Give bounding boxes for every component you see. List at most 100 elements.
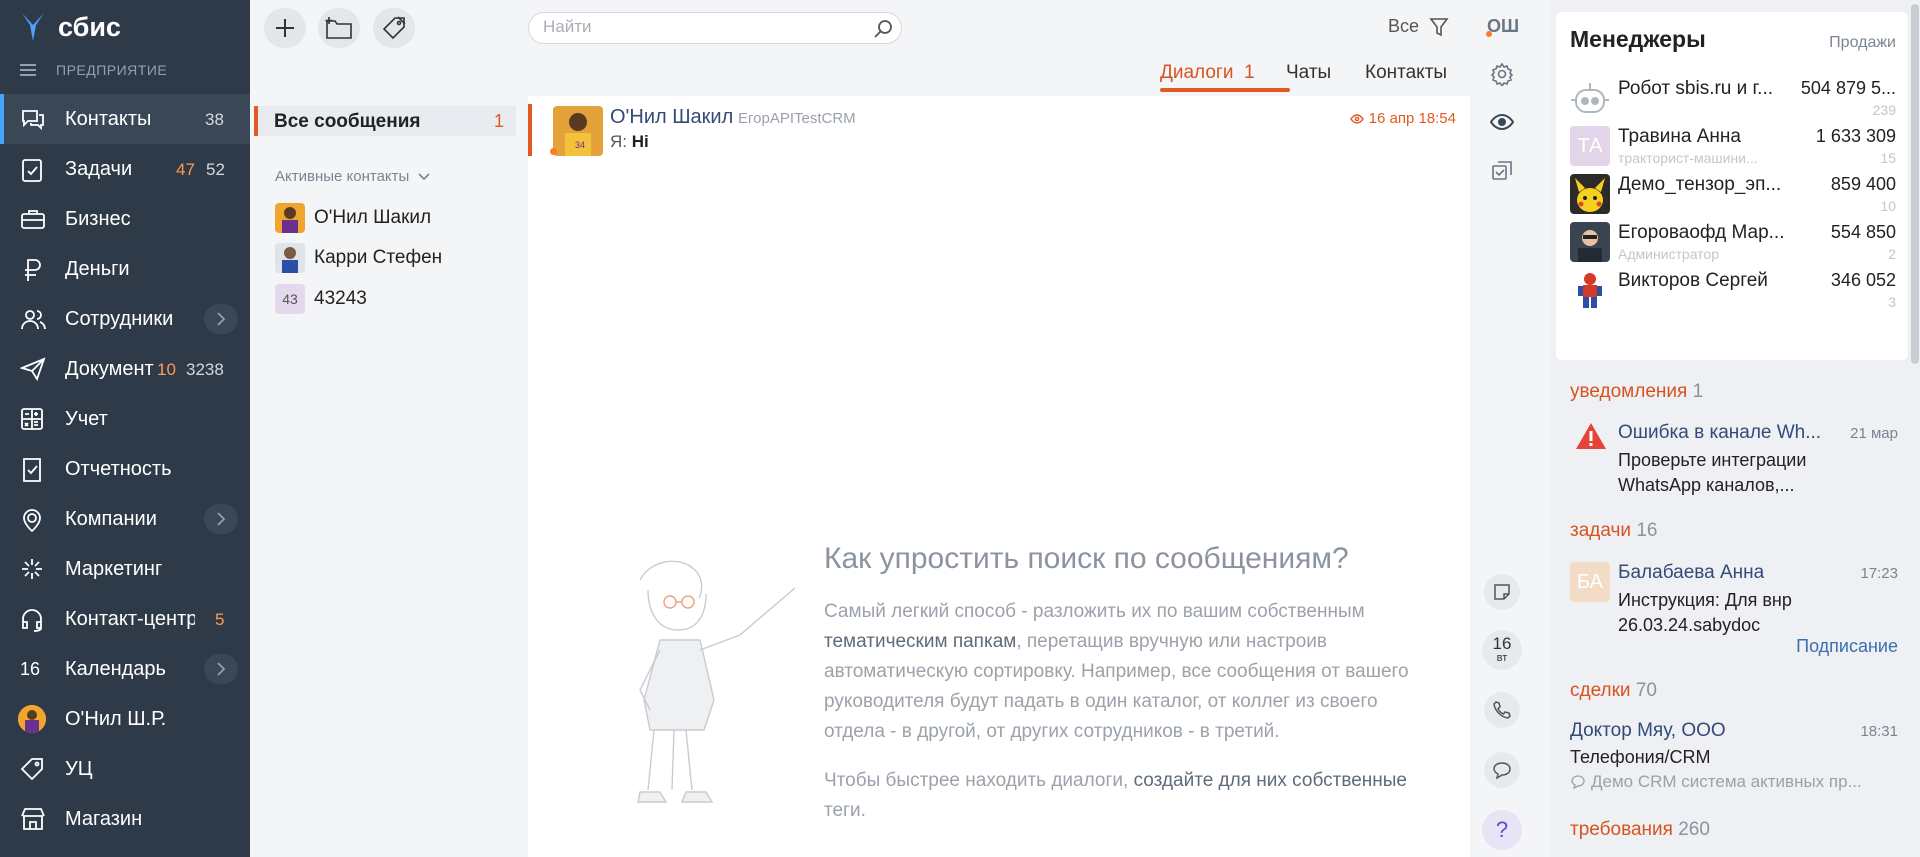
nav-item-documents[interactable]: Документы 10 3238	[0, 344, 250, 394]
manager-sum: 554 850	[1830, 222, 1896, 242]
nav-item-employees[interactable]: Сотрудники	[0, 294, 250, 344]
nav-item-contact-center[interactable]: Контакт-центр 5	[0, 594, 250, 644]
search-box[interactable]	[528, 12, 902, 44]
settings-button[interactable]	[1484, 56, 1520, 92]
nav-item-profile[interactable]: О'Нил Ш.Р.	[0, 694, 250, 744]
manager-count: 10	[1880, 198, 1896, 214]
tab-chats[interactable]: Чаты	[1286, 62, 1331, 84]
folder-label: Все сообщения	[274, 111, 421, 132]
paper-plane-icon	[20, 357, 46, 381]
search-icon[interactable]	[873, 19, 893, 39]
search-input[interactable]	[543, 17, 863, 37]
manager-count: 15	[1880, 150, 1896, 166]
nav-label: Документы	[65, 358, 155, 380]
chevron-right-icon[interactable]	[204, 504, 238, 534]
nav-count: 38	[205, 110, 224, 129]
note-button[interactable]	[1484, 574, 1520, 610]
contact-item[interactable]: О'Нил Шакил	[275, 203, 431, 233]
manager-row[interactable]: Демо_тензор_эп... 859 400 10	[1570, 174, 1896, 220]
brand[interactable]: сбис	[20, 10, 121, 44]
section-header-notifications[interactable]: уведомления 1	[1570, 381, 1703, 403]
sales-link[interactable]: Продажи	[1829, 34, 1896, 52]
tab-contacts[interactable]: Контакты	[1365, 62, 1447, 84]
chevron-down-icon	[417, 172, 431, 182]
new-folder-button[interactable]	[318, 8, 360, 48]
svg-text:34: 34	[575, 140, 585, 150]
active-contacts-label: Активные контакты	[275, 168, 410, 185]
chat-button[interactable]	[1484, 752, 1520, 788]
nav-item-business[interactable]: Бизнес	[0, 194, 250, 244]
avatar: БА	[1570, 562, 1610, 602]
section-header-requests[interactable]: требования 260	[1570, 819, 1710, 841]
nav-item-contacts[interactable]: Контакты 38	[0, 94, 250, 144]
headset-icon	[20, 607, 44, 633]
hint-title: Как упростить поиск по сообщениям?	[824, 542, 1349, 575]
view-button[interactable]	[1484, 104, 1520, 140]
warning-icon	[1575, 422, 1607, 450]
contact-item[interactable]: 43 43243	[275, 284, 367, 314]
task-author: Балабаева Анна	[1618, 562, 1765, 583]
org-selector[interactable]: ПРЕДПРИЯТИЕ	[20, 62, 167, 78]
active-contacts-header[interactable]: Активные контакты	[275, 168, 431, 185]
folders-link[interactable]: тематическим папкам	[824, 631, 1016, 652]
calendar-button[interactable]: 16 вт	[1482, 630, 1522, 670]
tab-dialogs[interactable]: Диалоги 1	[1160, 62, 1255, 84]
scrollbar-thumb[interactable]	[1911, 4, 1919, 364]
menu-icon[interactable]	[20, 64, 36, 76]
section-header-tasks[interactable]: задачи 16	[1570, 520, 1657, 542]
message-date-text: 16 апр 18:54	[1368, 110, 1456, 127]
manager-role: Администратор	[1618, 246, 1720, 262]
message-row[interactable]: 34 О'Нил Шакил ЕгорAPITestCRM 16 апр 18:…	[528, 104, 1470, 158]
nav-count-new: 47	[176, 160, 195, 179]
contact-item[interactable]: Карри Стефен	[275, 243, 442, 273]
managers-title: Менеджеры	[1570, 26, 1706, 52]
signing-link[interactable]: Подписание	[1796, 636, 1898, 657]
nav-item-marketing[interactable]: Маркетинг	[0, 544, 250, 594]
tags-button[interactable]	[373, 8, 415, 48]
manager-sum: 504 879 5...	[1800, 78, 1896, 98]
add-button[interactable]	[264, 8, 306, 48]
org-name: ПРЕДПРИЯТИЕ	[56, 62, 168, 78]
task-item[interactable]: БА Балабаева Анна 17:23 Инструкция: Для …	[1570, 562, 1898, 662]
avatar	[275, 203, 305, 233]
nav-item-shop[interactable]: Магазин	[0, 794, 250, 844]
create-tags-link[interactable]: создайте для них собственные	[1134, 770, 1407, 791]
sender-org: ЕгорAPITestCRM	[738, 110, 856, 127]
spark-icon	[20, 557, 44, 581]
manager-row[interactable]: Робот sbis.ru и г... 504 879 5... 239	[1570, 78, 1896, 124]
tasks-check-button[interactable]	[1484, 152, 1520, 188]
nav-label: Контакт-центр	[65, 608, 195, 630]
message-prefix: Я:	[610, 132, 627, 151]
nav-count: 5	[215, 610, 225, 629]
nav-item-accounting[interactable]: Учет	[0, 394, 250, 444]
chevron-right-icon[interactable]	[204, 654, 238, 684]
manager-row[interactable]: Егороваофд Мар... 554 850 Администратор …	[1570, 222, 1896, 268]
help-button[interactable]: ?	[1482, 810, 1522, 850]
task-text: Инструкция: Для внр 26.03.24.sabydoc	[1618, 590, 1792, 635]
chevron-right-icon[interactable]	[204, 304, 238, 334]
folder-all-messages[interactable]: Все сообщения 1	[254, 106, 516, 136]
manager-row[interactable]: Викторов Сергей 346 052 3	[1570, 270, 1896, 316]
ruble-icon	[20, 257, 44, 283]
notification-item[interactable]: Ошибка в канале Wh... 21 мар Проверьте и…	[1570, 422, 1898, 498]
nav-item-uc[interactable]: УЦ	[0, 744, 250, 794]
manager-sum: 346 052	[1830, 270, 1896, 290]
avatar	[1570, 174, 1610, 214]
phone-button[interactable]	[1484, 692, 1520, 728]
nav-item-money[interactable]: Деньги	[0, 244, 250, 294]
phone-icon	[1492, 700, 1512, 720]
calendar-icon: 16	[20, 659, 41, 679]
nav-item-calendar[interactable]: 16 Календарь	[0, 644, 250, 694]
nav-item-reporting[interactable]: Отчетность	[0, 444, 250, 494]
nav-item-companies[interactable]: Компании	[0, 494, 250, 544]
manager-row[interactable]: ТА Травина Анна 1 633 309 тракторист-маш…	[1570, 126, 1896, 172]
tab-underline	[1160, 88, 1290, 92]
filter-button[interactable]: Все	[1388, 16, 1449, 37]
section-header-deals[interactable]: сделки 70	[1570, 680, 1657, 702]
section-count: 70	[1635, 680, 1657, 701]
deal-preview-text: Демо CRM система активных пр...	[1591, 772, 1862, 791]
nav-item-tasks[interactable]: Задачи 47 52	[0, 144, 250, 194]
report-check-icon	[20, 457, 44, 483]
nav-label: Отчетность	[65, 458, 172, 480]
deal-item[interactable]: Доктор Мяу, ООО 18:31 Телефония/CRM Демо…	[1570, 720, 1898, 796]
